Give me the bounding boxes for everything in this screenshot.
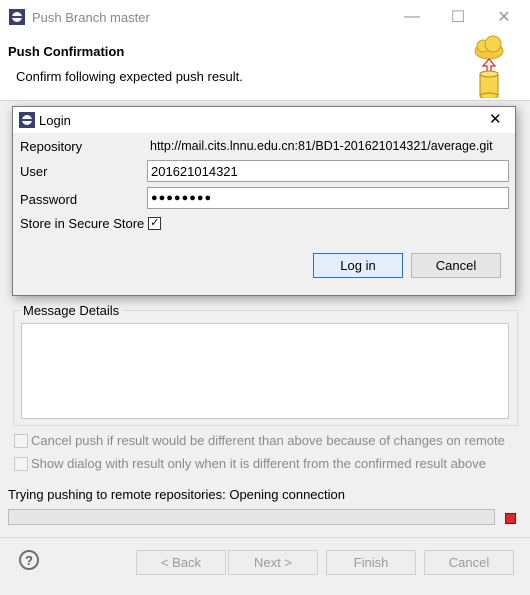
login-button[interactable]: Log in <box>313 253 403 278</box>
cancel-push-label: Cancel push if result would be different… <box>31 433 505 448</box>
progress-bar <box>8 509 495 525</box>
status-text: Trying pushing to remote repositories: O… <box>8 487 345 502</box>
user-label: User <box>20 164 48 179</box>
close-button[interactable]: ✕ <box>482 0 526 34</box>
next-button[interactable]: Next > <box>228 550 318 575</box>
maximize-button[interactable]: ☐ <box>436 0 480 34</box>
stop-icon <box>504 512 516 524</box>
cancel-push-checkbox[interactable] <box>14 433 28 448</box>
repository-value: http://mail.cits.lnnu.edu.cn:81/BD1-2016… <box>150 139 493 153</box>
push-cloud-icon <box>474 35 504 98</box>
login-cancel-button[interactable]: Cancel <box>411 253 501 278</box>
user-input[interactable] <box>147 160 509 182</box>
password-input[interactable]: ●●●●●●●● <box>147 187 509 209</box>
button-bar-separator <box>0 537 530 538</box>
window-title-bar: Push Branch master — ☐ ✕ <box>0 0 530 34</box>
minimize-button[interactable]: — <box>390 0 434 34</box>
message-details-text[interactable] <box>21 323 509 419</box>
store-secure-option[interactable]: Store in Secure Store ✓ <box>20 216 162 231</box>
login-dialog: Login ✕ Repository http://mail.cits.lnnu… <box>12 106 516 296</box>
store-secure-label: Store in Secure Store <box>20 216 145 231</box>
login-title-bar: Login ✕ <box>13 107 515 133</box>
cancel-push-option[interactable]: Cancel push if result would be different… <box>14 433 505 448</box>
cancel-button[interactable]: Cancel <box>424 550 514 575</box>
show-dialog-checkbox[interactable] <box>14 456 28 471</box>
login-close-icon[interactable]: ✕ <box>489 110 502 128</box>
window-title: Push Branch master <box>32 10 150 25</box>
header-subtitle: Confirm following expected push result. <box>16 69 243 84</box>
help-icon[interactable]: ? <box>19 550 39 570</box>
wizard-header: Push Confirmation Confirm following expe… <box>0 34 530 100</box>
stop-button[interactable] <box>503 511 517 525</box>
store-secure-checkbox[interactable]: ✓ <box>148 217 162 230</box>
show-dialog-label: Show dialog with result only when it is … <box>31 456 486 471</box>
password-label: Password <box>20 192 78 207</box>
message-details-label: Message Details <box>20 303 123 318</box>
back-button[interactable]: < Back <box>136 550 226 575</box>
finish-button[interactable]: Finish <box>326 550 416 575</box>
eclipse-icon <box>9 9 25 25</box>
show-dialog-option[interactable]: Show dialog with result only when it is … <box>14 456 486 471</box>
repository-label: Repository <box>20 139 83 154</box>
header-title: Push Confirmation <box>8 44 125 59</box>
login-title: Login <box>39 113 71 128</box>
eclipse-icon <box>19 112 35 128</box>
